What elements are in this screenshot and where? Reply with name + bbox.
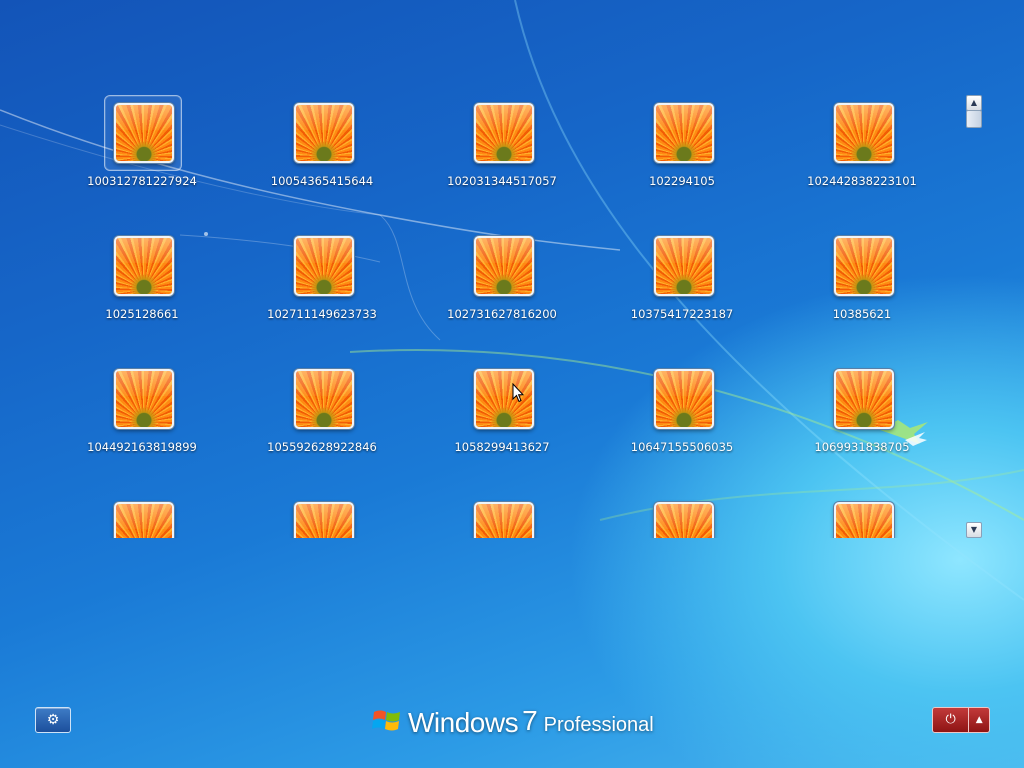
user-picture-icon	[654, 369, 714, 429]
user-name-label: 1058299413627	[454, 440, 550, 454]
user-tile[interactable]	[772, 489, 952, 538]
brand-edition: Professional	[543, 714, 654, 736]
user-name-label: 10647155506035	[630, 440, 734, 454]
scroll-down-button[interactable]: ▼	[966, 522, 982, 538]
scroll-thumb[interactable]	[966, 110, 982, 128]
user-picture-icon	[654, 103, 714, 163]
user-picture-icon	[114, 502, 174, 538]
brand-windows: Windows	[408, 707, 519, 738]
user-picture-icon	[294, 369, 354, 429]
user-tile[interactable]: 10647155506035	[592, 356, 772, 476]
ease-of-access-icon: ⚙	[46, 712, 60, 728]
user-picture-icon	[294, 236, 354, 296]
user-tile[interactable]: 1025128661	[52, 223, 232, 343]
user-name-label: 10375417223187	[630, 307, 734, 321]
user-tile[interactable]: 1058299413627	[412, 356, 592, 476]
user-tile[interactable]	[592, 489, 772, 538]
user-tile[interactable]: 102711149623733	[232, 223, 412, 343]
user-name-label: 104492163819899	[87, 440, 197, 454]
user-tile-area: 100312781227924 10054365415644 10203134451…	[52, 90, 952, 538]
user-tile[interactable]: 10385621	[772, 223, 952, 343]
user-picture-icon	[654, 502, 714, 538]
user-tile[interactable]: 1069931838705	[772, 356, 952, 476]
user-name-label: 1069931838705	[814, 440, 910, 454]
brand-version: 7	[522, 705, 538, 736]
mouse-pointer-icon	[512, 383, 524, 403]
user-name-label: 102731627816200	[447, 307, 557, 321]
user-picture-icon	[114, 369, 174, 429]
user-picture-icon	[474, 502, 534, 538]
user-picture-icon	[834, 103, 894, 163]
windows-logo-icon	[372, 710, 400, 731]
shut-down-button[interactable]: ⏻	[933, 708, 970, 732]
user-picture-icon	[474, 103, 534, 163]
user-picture-icon	[474, 236, 534, 296]
user-picture-icon	[474, 369, 534, 429]
user-tile[interactable]: 10375417223187	[592, 223, 772, 343]
chevron-up-icon: ▲	[975, 715, 983, 725]
windows-branding: Windows 7 Professional	[372, 700, 654, 740]
user-tile[interactable]: 100312781227924	[52, 90, 232, 210]
user-name-label: 102031344517057	[447, 174, 557, 188]
ease-of-access-button[interactable]: ⚙	[35, 707, 71, 733]
user-tile[interactable]	[52, 489, 232, 538]
user-tile[interactable]	[232, 489, 412, 538]
user-name-label: 105592628922846	[267, 440, 377, 454]
user-picture-icon	[294, 502, 354, 538]
user-name-label: 10385621	[832, 307, 892, 321]
scroll-up-button[interactable]: ▲	[966, 95, 982, 111]
user-tile[interactable]: 102294105	[592, 90, 772, 210]
user-picture-icon	[834, 236, 894, 296]
user-name-label: 100312781227924	[87, 174, 197, 188]
user-name-label: 102442838223101	[807, 174, 917, 188]
user-picture-icon	[654, 236, 714, 296]
user-picture-icon	[834, 369, 894, 429]
user-tile[interactable]: 102731627816200	[412, 223, 592, 343]
user-name-label: 102711149623733	[267, 307, 377, 321]
user-tile[interactable]: 102031344517057	[412, 90, 592, 210]
power-icon: ⏻	[945, 712, 956, 727]
user-tile[interactable]: 105592628922846	[232, 356, 412, 476]
user-tile[interactable]	[412, 489, 592, 538]
user-picture-icon	[114, 236, 174, 296]
shut-down-options-button[interactable]: ▲	[969, 708, 989, 732]
user-name-label: 102294105	[649, 174, 715, 188]
user-name-label: 10054365415644	[270, 174, 374, 188]
user-tile[interactable]: 104492163819899	[52, 356, 232, 476]
user-picture-icon	[834, 502, 894, 538]
user-tile[interactable]: 10054365415644	[232, 90, 412, 210]
power-button-group: ⏻ ▲	[932, 707, 990, 733]
user-picture-icon	[294, 103, 354, 163]
user-name-label: 1025128661	[105, 307, 179, 321]
user-picture-icon	[114, 103, 174, 163]
user-tile[interactable]: 102442838223101	[772, 90, 952, 210]
